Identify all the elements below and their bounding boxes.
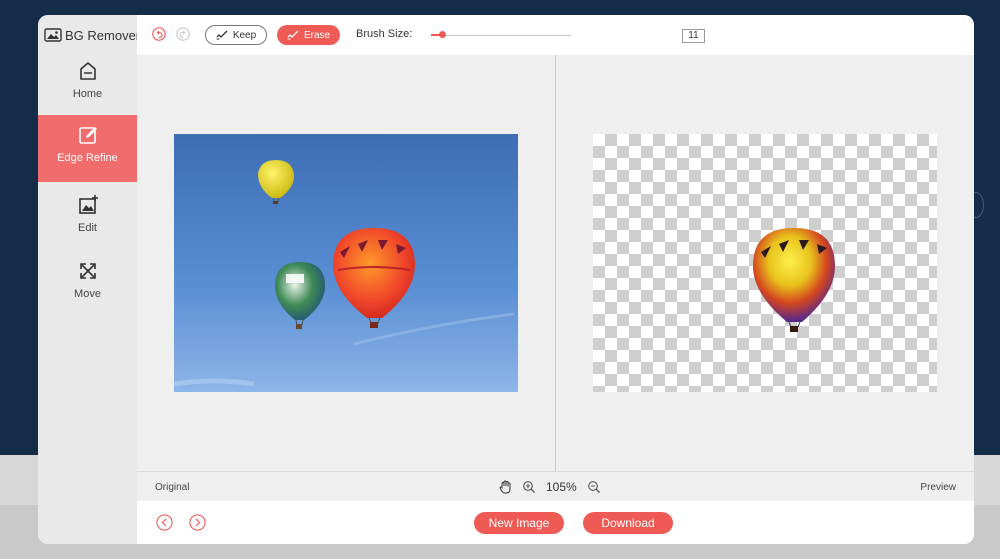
brush-size-value[interactable]: 11 [682, 29, 705, 43]
redo-icon[interactable] [176, 27, 190, 41]
canvas-area [137, 55, 974, 471]
erase-label: Erase [303, 29, 331, 41]
zoom-level: 105% [546, 480, 577, 494]
zoom-controls: 105% [499, 479, 601, 495]
sidebar-item-label: Edit [78, 222, 97, 234]
keep-brush-icon [216, 30, 228, 40]
sidebar-item-edge-refine[interactable]: Edge Refine [38, 115, 137, 182]
zoom-in-icon[interactable] [522, 480, 536, 494]
app-logo-icon [44, 28, 62, 42]
keep-label: Keep [232, 29, 257, 41]
original-image[interactable] [174, 134, 518, 392]
editor-window: BG Remover Home Edge Refine Edit Move Ke… [38, 15, 974, 544]
sidebar-item-label: Move [74, 288, 101, 300]
preview-image[interactable] [593, 134, 937, 392]
keep-button[interactable]: Keep [205, 25, 267, 45]
original-balloons-image [174, 134, 518, 392]
brush-size-slider-track[interactable] [431, 35, 571, 36]
new-image-button[interactable]: New Image [474, 512, 564, 534]
sidebar: BG Remover Home Edge Refine Edit Move [38, 15, 140, 544]
image-edit-icon [78, 195, 98, 214]
erase-brush-icon [287, 30, 299, 40]
move-arrows-icon [79, 263, 96, 279]
preview-label: Preview [920, 482, 956, 493]
erase-button[interactable]: Erase [277, 25, 340, 45]
next-icon[interactable] [189, 514, 206, 531]
panel-divider [555, 55, 556, 471]
original-label: Original [155, 482, 190, 493]
toolbar: Keep Erase Brush Size: 11 [137, 15, 974, 55]
sidebar-item-label: Home [72, 88, 103, 100]
sidebar-item-move[interactable]: Move [38, 251, 137, 317]
edge-refine-icon [78, 127, 97, 144]
sidebar-item-home[interactable]: Home [38, 51, 137, 117]
preview-balloon-cutout [753, 228, 835, 332]
app-title: BG Remover [65, 27, 141, 43]
home-icon [79, 62, 96, 80]
download-button[interactable]: Download [583, 512, 673, 534]
brush-size-slider-thumb[interactable] [439, 31, 446, 38]
undo-icon[interactable] [152, 27, 166, 41]
brush-size-label: Brush Size: [356, 28, 413, 40]
zoom-out-icon[interactable] [587, 480, 601, 494]
hand-pan-icon[interactable] [499, 480, 512, 494]
status-bar: Original 105% Preview [137, 471, 974, 501]
previous-icon[interactable] [156, 514, 173, 531]
sidebar-item-label: Edge Refine [57, 152, 118, 164]
app-brand: BG Remover [44, 27, 140, 43]
bottom-bar: New Image Download [137, 501, 974, 544]
sidebar-item-edit[interactable]: Edit [38, 185, 137, 251]
